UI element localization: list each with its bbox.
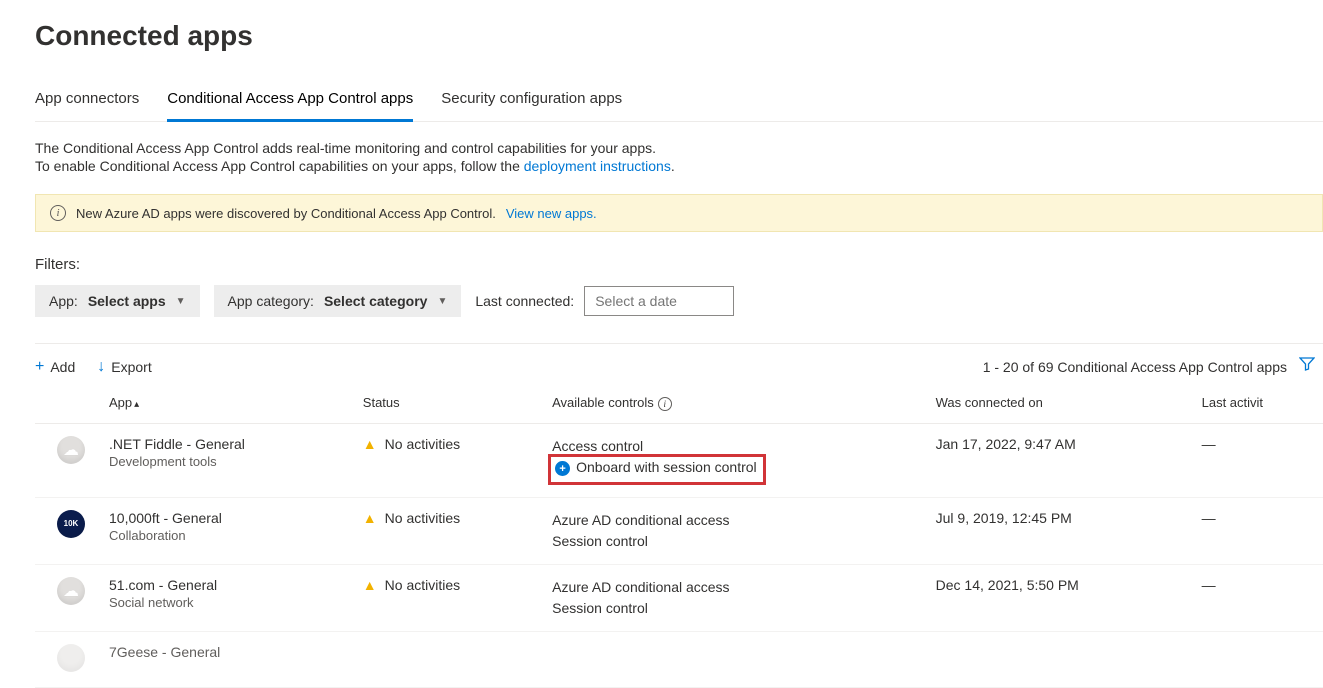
filter-last-connected-label: Last connected:: [475, 293, 574, 309]
controls-line: Azure AD conditional access: [552, 577, 920, 598]
toolbar: + Add ↓ Export 1 - 20 of 69 Conditional …: [35, 343, 1323, 377]
connected-date: Jan 17, 2022, 9:47 AM: [928, 423, 1194, 497]
description-line1: The Conditional Access App Control adds …: [35, 140, 1323, 156]
plus-icon: +: [35, 358, 44, 376]
page-title: Connected apps: [35, 20, 1323, 52]
filter-app[interactable]: App: Select apps ▼: [35, 285, 200, 317]
filter-category[interactable]: App category: Select category ▼: [214, 285, 462, 317]
description-line2: To enable Conditional Access App Control…: [35, 158, 1323, 174]
apps-table: App▴ Status Available controlsi Was conn…: [35, 383, 1323, 688]
results-count: 1 - 20 of 69 Conditional Access App Cont…: [983, 359, 1287, 375]
status-text: No activities: [385, 510, 460, 526]
col-header-app[interactable]: App▴: [101, 383, 355, 423]
connected-date: Jul 9, 2019, 12:45 PM: [928, 497, 1194, 564]
export-button[interactable]: ↓ Export: [97, 358, 151, 376]
plus-badge-icon[interactable]: +: [555, 461, 570, 476]
tab-app-connectors[interactable]: App connectors: [35, 82, 139, 121]
last-activity: —: [1194, 423, 1323, 497]
col-header-status[interactable]: Status: [355, 383, 544, 423]
app-name: 7Geese - General: [101, 631, 355, 687]
col-header-connected[interactable]: Was connected on: [928, 383, 1194, 423]
col-header-activity[interactable]: Last activit: [1194, 383, 1323, 423]
filters-row: App: Select apps ▼ App category: Select …: [35, 285, 1323, 317]
app-avatar: [57, 644, 85, 672]
add-button[interactable]: + Add: [35, 358, 75, 376]
app-name: 10,000ft - General: [109, 510, 347, 526]
filters-label: Filters:: [35, 256, 1323, 273]
controls-line: Azure AD conditional access: [552, 510, 920, 531]
app-avatar: ☁: [57, 577, 85, 605]
tabs: App connectors Conditional Access App Co…: [35, 82, 1323, 122]
app-name: .NET Fiddle - General: [109, 436, 347, 452]
last-activity: —: [1194, 564, 1323, 631]
warning-icon: ▲: [363, 510, 377, 526]
connected-date: Dec 14, 2021, 5:50 PM: [928, 564, 1194, 631]
controls-line: Session control: [552, 600, 648, 616]
app-avatar: 10K: [57, 510, 85, 538]
filter-last-connected-input[interactable]: [584, 286, 734, 316]
table-row[interactable]: 7Geese - General: [35, 631, 1323, 687]
filter-icon[interactable]: [1299, 356, 1315, 377]
warning-icon: ▲: [363, 577, 377, 593]
status-text: No activities: [385, 577, 460, 593]
status-text: No activities: [385, 436, 460, 452]
banner-text: New Azure AD apps were discovered by Con…: [76, 206, 496, 221]
controls-line[interactable]: Onboard with session control: [576, 459, 757, 475]
chevron-down-icon: ▼: [437, 296, 447, 307]
controls-line: Session control: [552, 533, 648, 549]
deployment-instructions-link[interactable]: deployment instructions: [524, 158, 671, 174]
table-row[interactable]: ☁ .NET Fiddle - General Development tools ▲…: [35, 423, 1323, 497]
table-row[interactable]: 10K 10,000ft - General Collaboration ▲ No ac…: [35, 497, 1323, 564]
col-header-controls[interactable]: Available controlsi: [544, 383, 928, 423]
table-row[interactable]: ☁ 51.com - General Social network ▲ No activ…: [35, 564, 1323, 631]
info-icon: i: [658, 397, 672, 411]
cloud-icon: ☁: [63, 581, 79, 601]
app-avatar: ☁: [57, 436, 85, 464]
info-icon: i: [50, 205, 66, 221]
download-icon: ↓: [97, 358, 105, 376]
warning-icon: ▲: [363, 436, 377, 452]
info-banner: i New Azure AD apps were discovered by C…: [35, 194, 1323, 232]
chevron-down-icon: ▼: [176, 296, 186, 307]
cloud-icon: ☁: [63, 440, 79, 460]
tab-security-config[interactable]: Security configuration apps: [441, 82, 622, 121]
app-category: Collaboration: [109, 528, 347, 543]
description-block: The Conditional Access App Control adds …: [35, 140, 1323, 174]
sort-asc-icon: ▴: [134, 399, 139, 410]
highlight-box: + Onboard with session control: [548, 454, 766, 485]
view-new-apps-link[interactable]: View new apps.: [506, 206, 597, 221]
app-category: Development tools: [109, 454, 347, 469]
app-name: 51.com - General: [109, 577, 347, 593]
tab-conditional-access[interactable]: Conditional Access App Control apps: [167, 82, 413, 122]
last-activity: —: [1194, 497, 1323, 564]
app-category: Social network: [109, 595, 347, 610]
